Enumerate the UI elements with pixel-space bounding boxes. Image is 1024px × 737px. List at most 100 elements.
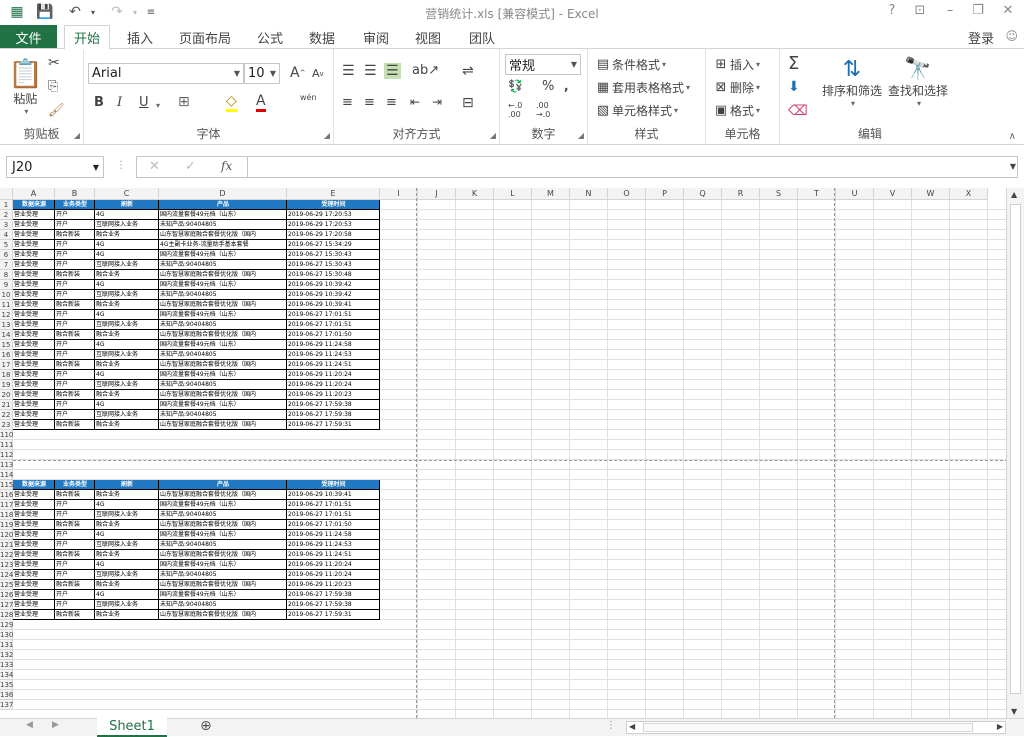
- table-cell[interactable]: 国内流量套餐49元档（山东）: [159, 280, 287, 290]
- table-cell[interactable]: 营业受理: [13, 520, 55, 530]
- close-icon[interactable]: ✕: [998, 3, 1018, 21]
- table-cell[interactable]: 开户: [55, 250, 95, 260]
- increase-decimal-icon[interactable]: ←.0.00: [508, 101, 522, 119]
- table-cell[interactable]: 融合业务: [95, 300, 159, 310]
- table-header-cell[interactable]: 产品: [159, 480, 287, 490]
- font-size-select[interactable]: 10 ▼: [244, 63, 280, 84]
- table-cell[interactable]: 营业受理: [13, 250, 55, 260]
- table-cell[interactable]: 开户: [55, 510, 95, 520]
- align-middle-icon[interactable]: ☰: [364, 63, 377, 79]
- table-cell[interactable]: 融合业务: [95, 490, 159, 500]
- align-top-icon[interactable]: ☰: [342, 63, 355, 79]
- table-cell[interactable]: 2019-06-29 11:24:58: [287, 530, 380, 540]
- table-cell[interactable]: 营业受理: [13, 240, 55, 250]
- table-cell[interactable]: 融合业务: [95, 270, 159, 280]
- conditional-format-button[interactable]: ▤ 条件格式 ▾: [594, 55, 666, 73]
- decrease-indent-icon[interactable]: ⇤: [410, 95, 420, 109]
- tab-insert[interactable]: 插入: [118, 25, 162, 49]
- row-header-15[interactable]: 15: [0, 340, 13, 350]
- table-cell[interactable]: 4G: [95, 340, 159, 350]
- table-cell[interactable]: 开户: [55, 320, 95, 330]
- table-cell[interactable]: 互联网接入业务: [95, 570, 159, 580]
- decrease-font-icon[interactable]: Av: [312, 67, 324, 80]
- tab-data[interactable]: 数据: [302, 25, 342, 49]
- table-cell[interactable]: 2019-06-27 17:59:31: [287, 610, 380, 620]
- row-header-136[interactable]: 136: [0, 690, 13, 700]
- row-header-113[interactable]: 113: [0, 460, 13, 470]
- tab-file[interactable]: 文件: [0, 25, 57, 49]
- table-cell[interactable]: 开户: [55, 600, 95, 610]
- table-cell[interactable]: 营业受理: [13, 420, 55, 430]
- table-cell[interactable]: 2019-06-27 17:01:51: [287, 320, 380, 330]
- table-cell[interactable]: 2019-06-27 17:01:51: [287, 510, 380, 520]
- table-cell[interactable]: 融合新装: [55, 330, 95, 340]
- row-header-1[interactable]: 1: [0, 200, 13, 210]
- enter-icon[interactable]: ✓: [185, 159, 196, 174]
- table-cell[interactable]: 山东智慧家庭融合套餐优化版（国内: [159, 300, 287, 310]
- percent-icon[interactable]: %: [542, 79, 554, 94]
- table-cell[interactable]: 未知产品:90404805: [159, 260, 287, 270]
- table-cell[interactable]: 未知产品:90404805: [159, 290, 287, 300]
- table-cell[interactable]: 营业受理: [13, 270, 55, 280]
- table-cell[interactable]: 2019-06-29 10:39:42: [287, 280, 380, 290]
- table-cell[interactable]: 开户: [55, 310, 95, 320]
- scroll-thumb[interactable]: [1010, 204, 1021, 694]
- table-cell[interactable]: 营业受理: [13, 260, 55, 270]
- select-all-corner[interactable]: [0, 188, 13, 200]
- table-header-cell[interactable]: 数据来源: [13, 200, 55, 210]
- align-left-icon[interactable]: ≡: [342, 95, 353, 110]
- phonetic-icon[interactable]: wén: [300, 93, 317, 102]
- column-header-o[interactable]: O: [608, 188, 646, 200]
- table-cell[interactable]: 2019-06-29 11:24:51: [287, 360, 380, 370]
- minimize-icon[interactable]: –: [940, 3, 960, 21]
- row-header-131[interactable]: 131: [0, 640, 13, 650]
- table-cell[interactable]: 互联网接入业务: [95, 410, 159, 420]
- table-cell[interactable]: 国内流量套餐49元档（山东）: [159, 210, 287, 220]
- align-right-icon[interactable]: ≡: [386, 95, 397, 110]
- maximize-icon[interactable]: ❐: [968, 3, 988, 21]
- row-header-21[interactable]: 21: [0, 400, 13, 410]
- autosum-icon[interactable]: Σ: [788, 53, 799, 74]
- table-header-cell[interactable]: 受理时间: [287, 480, 380, 490]
- name-box[interactable]: J20 ▼: [6, 156, 104, 178]
- row-header-22[interactable]: 22: [0, 410, 13, 420]
- table-cell[interactable]: 营业受理: [13, 230, 55, 240]
- table-cell[interactable]: 国内流量套餐49元档（山东）: [159, 370, 287, 380]
- table-cell[interactable]: 4G: [95, 370, 159, 380]
- horizontal-scrollbar[interactable]: ◀ ▶: [626, 721, 1006, 734]
- table-cell[interactable]: 国内流量套餐49元档（山东）: [159, 500, 287, 510]
- column-header-s[interactable]: S: [760, 188, 798, 200]
- row-header-122[interactable]: 122: [0, 550, 13, 560]
- row-header-120[interactable]: 120: [0, 530, 13, 540]
- column-header-t[interactable]: T: [798, 188, 836, 200]
- table-cell[interactable]: 2019-06-29 11:24:53: [287, 350, 380, 360]
- table-cell[interactable]: 2019-06-27 17:59:38: [287, 590, 380, 600]
- column-header-r[interactable]: R: [722, 188, 760, 200]
- table-cell[interactable]: 山东智慧家庭融合套餐优化版（国内: [159, 270, 287, 280]
- row-header-23[interactable]: 23: [0, 420, 13, 430]
- table-cell[interactable]: 开户: [55, 240, 95, 250]
- column-header-b[interactable]: B: [55, 188, 95, 200]
- table-cell[interactable]: 2019-06-27 17:59:31: [287, 420, 380, 430]
- number-launcher-icon[interactable]: ◢: [578, 131, 584, 140]
- row-header-127[interactable]: 127: [0, 600, 13, 610]
- table-cell[interactable]: 2019-06-29 11:24:51: [287, 550, 380, 560]
- table-cell[interactable]: 融合业务: [95, 360, 159, 370]
- help-icon[interactable]: ?: [882, 3, 902, 21]
- increase-font-icon[interactable]: A ^: [290, 65, 305, 81]
- table-cell[interactable]: 营业受理: [13, 210, 55, 220]
- table-cell[interactable]: 4G: [95, 210, 159, 220]
- table-cell[interactable]: 营业受理: [13, 370, 55, 380]
- borders-icon[interactable]: ⊞: [178, 94, 190, 110]
- table-cell[interactable]: 开户: [55, 500, 95, 510]
- table-cell[interactable]: 山东智慧家庭融合套餐优化版（国内: [159, 420, 287, 430]
- table-cell[interactable]: 互联网接入业务: [95, 380, 159, 390]
- underline-button[interactable]: U: [139, 95, 149, 110]
- table-cell[interactable]: 开户: [55, 210, 95, 220]
- table-cell[interactable]: 开户: [55, 590, 95, 600]
- table-cell[interactable]: 融合新装: [55, 580, 95, 590]
- table-cell[interactable]: 国内流量套餐49元档（山东）: [159, 560, 287, 570]
- table-cell[interactable]: 营业受理: [13, 320, 55, 330]
- table-cell[interactable]: 2019-06-29 17:20:53: [287, 220, 380, 230]
- column-header-a[interactable]: A: [13, 188, 55, 200]
